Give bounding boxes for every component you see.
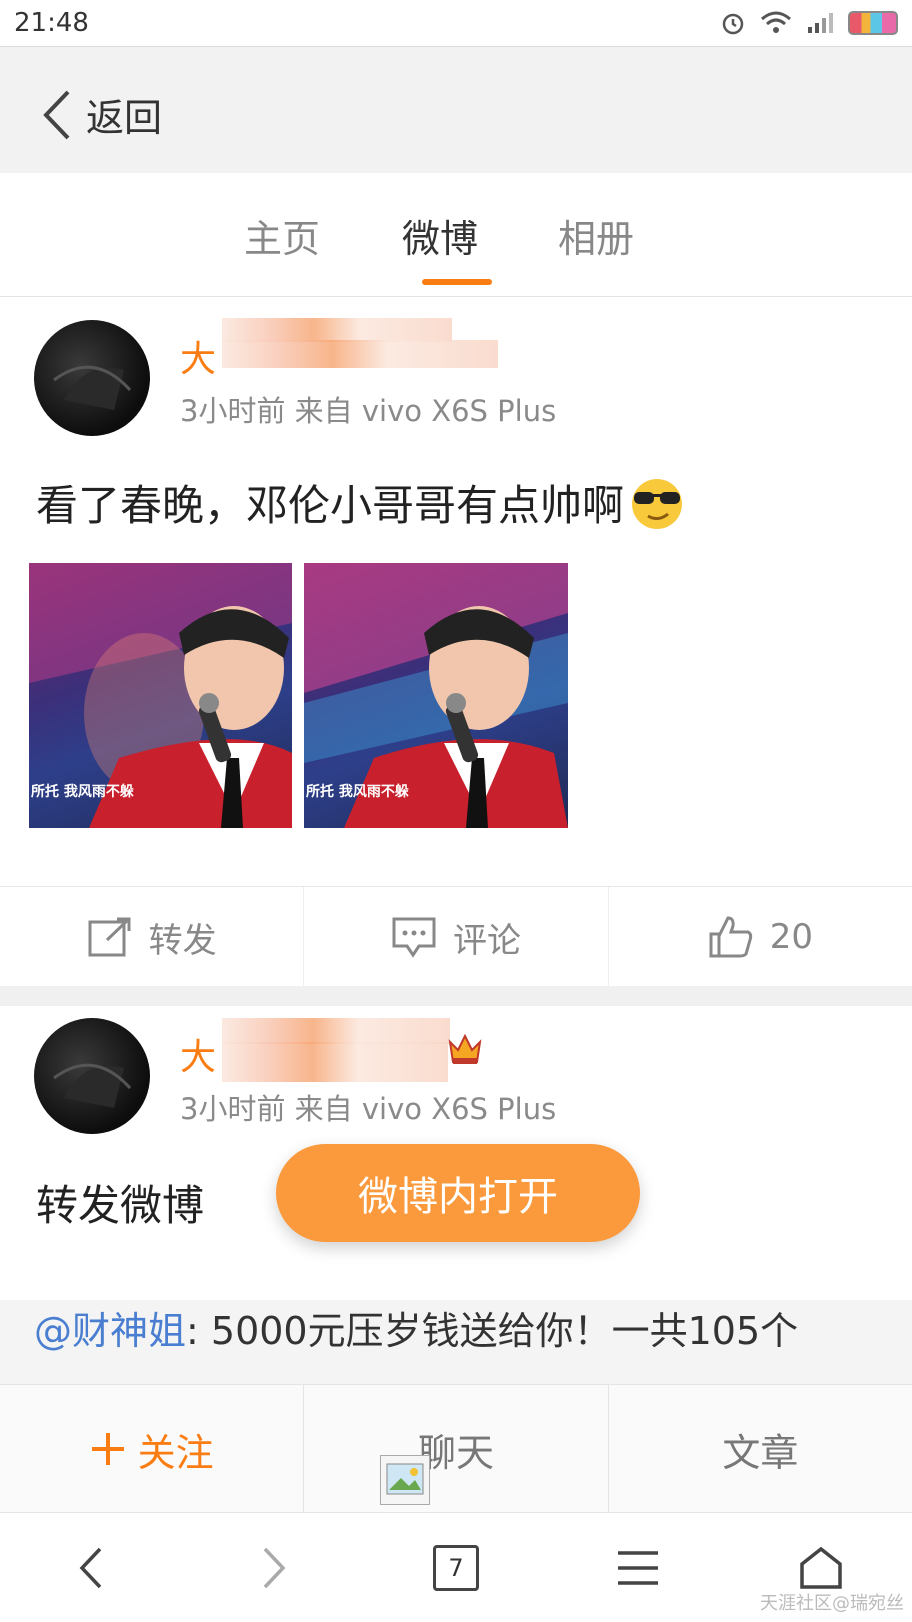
post-text: 看了春晚，邓伦小哥哥有点帅啊: [36, 481, 625, 530]
plus-icon: [91, 1433, 124, 1465]
wifi-icon: [761, 11, 791, 33]
thumbs-up-icon: [709, 916, 752, 958]
menu-button[interactable]: [598, 1528, 678, 1608]
username-blur: [222, 318, 452, 342]
chevron-left-icon: [79, 1547, 102, 1588]
avatar[interactable]: [34, 320, 150, 436]
alarm-icon: [722, 13, 744, 35]
sunglasses-emoji-icon: [632, 478, 683, 529]
username-blur: [222, 340, 498, 368]
browser-forward-button[interactable]: [234, 1528, 314, 1608]
chevron-left-icon: [43, 90, 70, 139]
signal-icon: [808, 13, 833, 33]
repost-line: @财神姐: 5000元压岁钱送给你！一共105个: [34, 1300, 798, 1355]
nav-header: 返回: [0, 46, 912, 174]
like-count: 20: [769, 917, 813, 957]
crown-badge-icon: [448, 1033, 482, 1064]
tab-weibo[interactable]: 微博: [402, 208, 478, 263]
mention-link[interactable]: @财神姐: [34, 1309, 186, 1353]
article-button[interactable]: 文章: [609, 1385, 912, 1513]
back-label: 返回: [86, 96, 163, 140]
post-image[interactable]: 所托 我风雨不躲: [29, 563, 292, 828]
share-icon: [88, 917, 131, 957]
image-caption: 所托 我风雨不躲: [31, 784, 134, 800]
comment-label: 评论: [452, 920, 521, 961]
repost-button[interactable]: 转发: [0, 887, 305, 987]
image-caption: 所托 我风雨不躲: [306, 784, 409, 800]
status-bar: 21:48: [0, 0, 912, 46]
battery-icon: [848, 11, 898, 35]
post-text: 转发微博: [36, 1181, 205, 1230]
post-username[interactable]: 大: [180, 330, 216, 382]
post-meta: 3小时前 来自 vivo X6S Plus: [180, 394, 557, 428]
home-icon: [800, 1546, 842, 1589]
open-in-app-button[interactable]: 微博内打开: [276, 1144, 640, 1242]
like-button[interactable]: 20: [609, 887, 912, 987]
tabs-button[interactable]: 7: [416, 1528, 496, 1608]
menu-icon: [618, 1550, 659, 1585]
active-tab-indicator: [422, 279, 492, 285]
repost-text: : 5000元压岁钱送给你！一共105个: [186, 1309, 799, 1353]
post-text-row: 看了春晚，邓伦小哥哥有点帅啊: [36, 472, 686, 533]
post-image[interactable]: 所托 我风雨不躲: [304, 563, 568, 828]
username-blur: [222, 1042, 448, 1082]
tab-count: 7: [432, 1544, 479, 1591]
status-icons: [720, 10, 898, 36]
username-blur: [222, 1018, 450, 1044]
watermark: 天涯社区@瑞宛丝: [760, 1593, 904, 1614]
bottom-action-bar: 关注 聊天 文章: [0, 1384, 912, 1513]
broken-image-icon: [380, 1455, 430, 1505]
profile-tabs: 主页 微博 相册: [0, 173, 912, 297]
tab-album[interactable]: 相册: [558, 208, 634, 263]
comment-icon: [392, 917, 436, 958]
chevron-right-icon: [263, 1547, 285, 1588]
comment-button[interactable]: 评论: [304, 887, 609, 987]
status-time: 21:48: [14, 8, 89, 38]
chat-button[interactable]: 聊天: [304, 1385, 609, 1513]
back-button[interactable]: 返回: [42, 87, 162, 142]
post-action-bar: 转发 评论 20: [0, 886, 912, 988]
post-username[interactable]: 大: [180, 1028, 216, 1080]
follow-button[interactable]: 关注: [0, 1385, 305, 1513]
browser-back-button[interactable]: [51, 1528, 131, 1608]
post-divider: [0, 986, 912, 1006]
follow-label: 关注: [137, 1430, 214, 1475]
avatar[interactable]: [34, 1018, 150, 1134]
article-label: 文章: [722, 1430, 799, 1475]
repost-label: 转发: [148, 920, 217, 961]
tab-home[interactable]: 主页: [244, 208, 320, 263]
post-meta: 3小时前 来自 vivo X6S Plus: [180, 1092, 557, 1126]
